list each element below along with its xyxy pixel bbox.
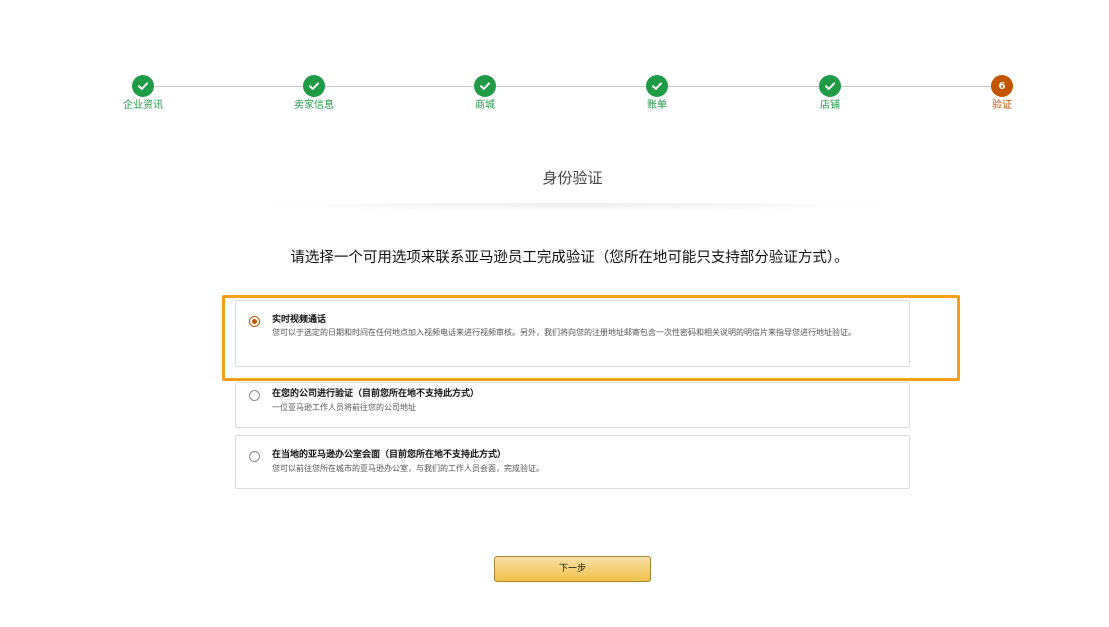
progress-stepper: 企业资讯 卖家信息 商城 账单 店铺 6 验证 — [0, 74, 1109, 124]
step-label: 账单 — [647, 100, 667, 111]
step-label: 店铺 — [820, 100, 840, 111]
check-icon — [646, 75, 668, 97]
check-icon — [819, 75, 841, 97]
option-description: 一位亚马逊工作人员将前往您的公司地址 — [272, 403, 416, 412]
check-icon — [132, 75, 154, 97]
radio-button[interactable] — [249, 451, 260, 462]
step-billing: 账单 — [617, 74, 697, 112]
step-number-badge: 6 — [991, 75, 1013, 97]
option-description: 您可以前往您所在城市的亚马逊办公室，与我们的工作人员会面，完成验证。 — [272, 464, 544, 473]
instruction-text: 请选择一个可用选项来联系亚马逊员工完成验证（您所在地可能只支持部分验证方式）。 — [290, 250, 849, 266]
step-marketplace: 商城 — [445, 74, 525, 112]
step-label: 卖家信息 — [294, 100, 334, 111]
radio-button-selected[interactable] — [249, 316, 260, 327]
option-title: 实时视频通话 — [272, 315, 327, 325]
option-title: 在当地的亚马逊办公室会面（目前您所在地不支持此方式） — [272, 450, 507, 460]
next-step-button[interactable]: 下一步 — [494, 556, 651, 582]
stepper-line — [143, 86, 1002, 87]
radio-button[interactable] — [249, 390, 260, 401]
step-company-info: 企业资讯 — [103, 74, 183, 112]
option-company-visit[interactable]: 在您的公司进行验证（目前您所在地不支持此方式） 一位亚马逊工作人员将前往您的公司… — [235, 382, 910, 428]
option-video-call[interactable]: 实时视频通话 您可以于选定的日期和时间在任何地点加入视频电话来进行视频审核。另外… — [235, 300, 910, 367]
option-office-meeting[interactable]: 在当地的亚马逊办公室会面（目前您所在地不支持此方式） 您可以前往您所在城市的亚马… — [235, 435, 910, 489]
step-label: 验证 — [992, 100, 1012, 111]
check-icon — [474, 75, 496, 97]
option-title: 在您的公司进行验证（目前您所在地不支持此方式） — [272, 389, 480, 399]
title-divider-shadow — [240, 203, 910, 213]
page-title: 身份验证 — [542, 169, 603, 187]
check-icon — [303, 75, 325, 97]
step-label: 企业资讯 — [123, 100, 163, 111]
option-description: 您可以于选定的日期和时间在任何地点加入视频电话来进行视频审核。另外，我们将向您的… — [272, 328, 856, 337]
step-store: 店铺 — [790, 74, 870, 112]
step-seller-info: 卖家信息 — [274, 74, 354, 112]
step-label: 商城 — [475, 100, 495, 111]
step-verification: 6 验证 — [962, 74, 1042, 112]
